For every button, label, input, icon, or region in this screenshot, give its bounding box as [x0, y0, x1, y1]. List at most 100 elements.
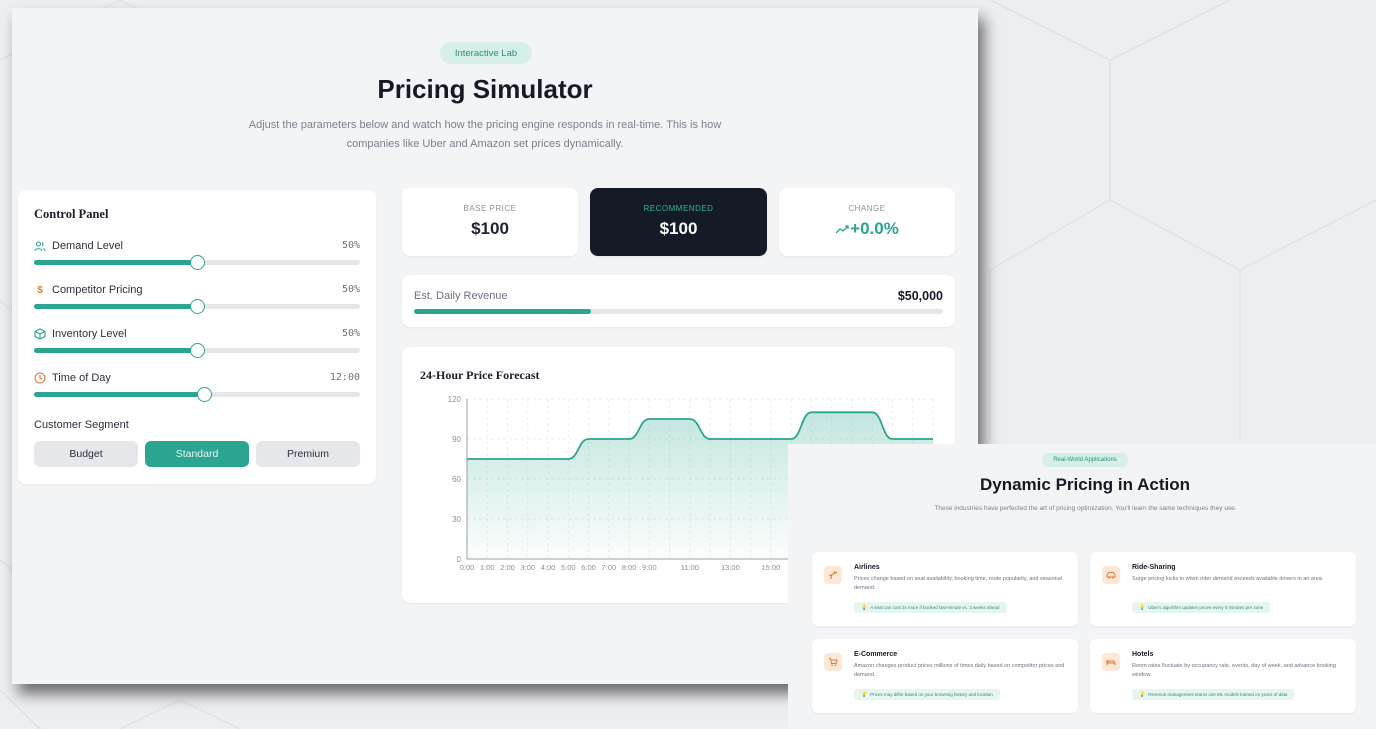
revenue-label: Est. Daily Revenue: [414, 290, 508, 302]
control-panel: Control Panel Demand Level 50% $ Competi…: [18, 190, 376, 484]
daily-revenue-card: Est. Daily Revenue $50,000: [402, 275, 955, 327]
slider-label: Inventory Level: [52, 328, 127, 340]
slider-value: 50%: [341, 240, 360, 251]
industry-tip: 💡 A seat can cost 3x more if booked last-…: [854, 602, 1007, 613]
industry-desc: Prices change based on seat availability…: [854, 576, 1063, 591]
dollar-icon: $: [37, 284, 43, 296]
industry-tip: 💡 Prices may differ based on your browsin…: [854, 689, 1000, 700]
slider-value: 50%: [341, 328, 360, 339]
y-tick-label: 120: [448, 395, 462, 404]
revenue-value: $50,000: [897, 289, 943, 303]
revenue-progress-fill: [414, 309, 592, 314]
x-tick-label: 4:00: [541, 563, 556, 572]
industry-tip-text: Revenue management teams use ML models t…: [1148, 692, 1288, 697]
industry-card-e-commerce[interactable]: E-Commerce Amazon changes product prices…: [812, 639, 1078, 713]
competitor-pricing-slider[interactable]: $ Competitor Pricing 50%: [34, 284, 360, 324]
industry-name: Ride-Sharing: [1132, 564, 1176, 571]
applications-subtitle: These industries have perfected the art …: [934, 505, 1237, 512]
customer-segment-group: Budget Standard Premium: [34, 441, 360, 467]
y-tick-label: 30: [452, 515, 461, 524]
lightbulb-icon: 💡: [861, 691, 868, 698]
x-tick-label: 9:00: [642, 563, 657, 572]
demand-level-slider[interactable]: Demand Level 50%: [34, 240, 360, 280]
y-tick-label: 90: [452, 435, 461, 444]
slider-label: Demand Level: [52, 240, 123, 252]
price-change-value: +0.0%: [779, 219, 955, 239]
users-icon: [34, 240, 46, 252]
industry-desc: Room rates fluctuate by occupancy rate, …: [1132, 663, 1336, 678]
revenue-progress-track: [414, 309, 943, 314]
industry-tip-text: Uber's algorithm updates prices every 5 …: [1148, 605, 1264, 610]
slider-track[interactable]: [34, 343, 360, 358]
slider-fill: [34, 304, 197, 309]
bed-icon: [1102, 653, 1120, 671]
industry-card-hotels[interactable]: Hotels Room rates fluctuate by occupancy…: [1090, 639, 1356, 713]
recommended-price-label: RECOMMENDED: [643, 204, 714, 213]
industry-name: Airlines: [854, 564, 880, 571]
slider-label: Time of Day: [52, 372, 111, 384]
price-change-card: CHANGE +0.0%: [779, 188, 955, 256]
base-price-label: BASE PRICE: [463, 204, 517, 213]
segment-budget-button[interactable]: Budget: [34, 441, 138, 467]
x-tick-label: 8:00: [622, 563, 637, 572]
x-tick-label: 3:00: [520, 563, 535, 572]
x-tick-label: 1:00: [480, 563, 495, 572]
price-change-label: CHANGE: [848, 204, 886, 213]
recommended-price-value: $100: [659, 219, 698, 238]
page-subtitle: Adjust the parameters below and watch ho…: [248, 119, 722, 150]
y-tick-label: 60: [452, 475, 461, 484]
clock-icon: [34, 372, 46, 384]
recommended-price-card: RECOMMENDED $100: [590, 188, 767, 256]
slider-thumb[interactable]: [190, 299, 205, 314]
lightbulb-icon: 💡: [861, 604, 868, 611]
industry-name: Hotels: [1132, 651, 1154, 658]
industry-tip: 💡 Revenue management teams use ML models …: [1132, 689, 1295, 700]
inventory-level-slider[interactable]: Inventory Level 50%: [34, 328, 360, 368]
slider-track[interactable]: [34, 255, 360, 270]
segment-standard-button[interactable]: Standard: [145, 441, 249, 467]
industry-card-airlines[interactable]: Airlines Prices change based on seat ava…: [812, 552, 1078, 626]
applications-title: Dynamic Pricing in Action: [979, 475, 1191, 494]
slider-track[interactable]: [34, 387, 360, 402]
x-tick-label: 2:00: [500, 563, 515, 572]
slider-value: 12:00: [329, 372, 360, 383]
industry-tip-text: Prices may differ based on your browsing…: [870, 692, 993, 697]
industry-tip-text: A seat can cost 3x more if booked last-m…: [870, 605, 1000, 610]
time-of-day-slider[interactable]: Time of Day 12:00: [34, 372, 360, 412]
slider-thumb[interactable]: [190, 255, 205, 270]
industry-desc: Amazon changes product prices millions o…: [854, 663, 1065, 678]
trend-up-icon: [835, 224, 849, 233]
x-tick-label: 5:00: [561, 563, 576, 572]
x-tick-label: 7:00: [602, 563, 617, 572]
plane-icon: [824, 566, 842, 584]
car-icon: [1102, 566, 1120, 584]
industry-card-ride-sharing[interactable]: Ride-Sharing Surge pricing kicks in when…: [1090, 552, 1356, 626]
applications-screen: Real-World Applications Dynamic Pricing …: [788, 444, 1376, 729]
slider-label: Competitor Pricing: [52, 284, 143, 296]
interactive-lab-badge: Interactive Lab: [440, 42, 532, 64]
lightbulb-icon: 💡: [1139, 691, 1146, 698]
customer-segment-label: Customer Segment: [34, 419, 129, 431]
industry-name: E-Commerce: [854, 651, 898, 658]
slider-thumb[interactable]: [190, 343, 205, 358]
industry-desc: Surge pricing kicks in when rider demand…: [1132, 576, 1324, 582]
slider-thumb[interactable]: [197, 387, 213, 402]
slider-value: 50%: [341, 284, 360, 295]
x-tick-label: 0:00: [460, 563, 475, 572]
industry-tip: 💡 Uber's algorithm updates prices every 5…: [1132, 602, 1271, 613]
x-tick-label: 6:00: [581, 563, 596, 572]
applications-badge: Real-World Applications: [1042, 453, 1128, 467]
box-icon: [34, 328, 46, 340]
segment-premium-button[interactable]: Premium: [256, 441, 360, 467]
slider-track[interactable]: [34, 299, 360, 314]
x-tick-label: 13:00: [721, 563, 740, 572]
base-price-value: $100: [471, 219, 509, 238]
slider-fill: [34, 348, 197, 353]
base-price-card: BASE PRICE $100: [402, 188, 578, 256]
x-tick-label: 15:00: [762, 563, 781, 572]
x-tick-label: 11:00: [681, 563, 699, 572]
price-change-text: +0.0%: [850, 219, 899, 238]
control-panel-title: Control Panel: [34, 207, 109, 221]
lightbulb-icon: 💡: [1139, 604, 1146, 611]
page-title: Pricing Simulator: [377, 74, 593, 104]
